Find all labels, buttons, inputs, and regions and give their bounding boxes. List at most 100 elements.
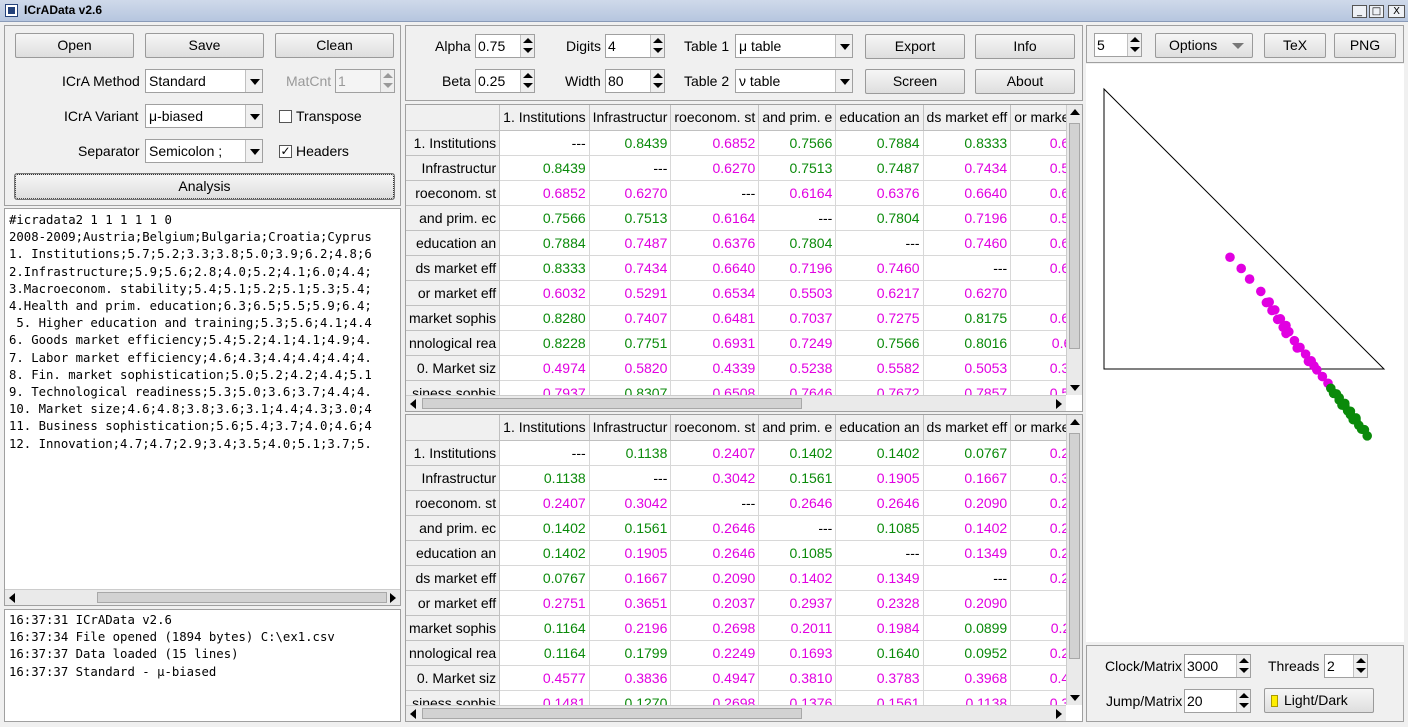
table-cell[interactable]: 0.7857 <box>923 380 1012 395</box>
table-cell[interactable]: 0.2593 <box>1010 640 1066 666</box>
mu-vertical-scrollbar[interactable] <box>1066 105 1082 395</box>
table-cell[interactable]: 0.1164 <box>499 615 590 641</box>
table-cell[interactable]: 0.7487 <box>835 155 924 181</box>
table-cell[interactable]: 0.1799 <box>589 640 672 666</box>
table-cell[interactable]: 0.6508 <box>670 380 760 395</box>
analysis-button[interactable]: Analysis <box>14 173 395 200</box>
table-cell[interactable]: 0.7672 <box>835 380 924 395</box>
table-cell[interactable]: 0.5635 <box>1010 380 1066 395</box>
table-cell[interactable]: 0.6852 <box>670 130 760 156</box>
table-cell[interactable]: 0.7937 <box>499 380 590 395</box>
separator-combo[interactable]: Semicolon ; <box>145 139 263 163</box>
table-cell[interactable]: 0.2937 <box>758 590 837 616</box>
table-cell[interactable]: 0.5503 <box>758 280 837 306</box>
table-cell[interactable]: 0.8228 <box>499 330 590 356</box>
table-cell[interactable]: 0.7434 <box>923 155 1012 181</box>
table-cell[interactable]: 0.1667 <box>589 565 672 591</box>
options-button[interactable]: Options <box>1155 33 1253 58</box>
spinner-arrows-icon[interactable] <box>1236 690 1250 712</box>
headers-checkbox[interactable]: ✓ <box>279 145 292 158</box>
table-cell[interactable]: 0.3042 <box>670 465 760 491</box>
table-cell[interactable]: 0.3889 <box>1010 355 1066 381</box>
table-cell[interactable]: 0.7646 <box>758 380 837 395</box>
scroll-thumb[interactable] <box>97 592 387 603</box>
png-button[interactable]: PNG <box>1334 33 1396 58</box>
table-cell[interactable]: 0.6640 <box>670 255 760 281</box>
row-header[interactable]: market sophis <box>406 305 501 331</box>
table-cell[interactable]: 0.7249 <box>758 330 837 356</box>
light-dark-button[interactable]: Light/Dark <box>1264 688 1374 713</box>
row-header[interactable]: roeconom. st <box>406 490 501 516</box>
scroll-thumb[interactable] <box>422 708 802 719</box>
table-cell[interactable]: 0.7804 <box>835 205 924 231</box>
scroll-thumb[interactable] <box>1069 433 1080 659</box>
table-cell[interactable]: 0.2090 <box>923 490 1012 516</box>
table-cell[interactable]: 0.6111 <box>1010 330 1066 356</box>
table-cell[interactable]: 0.6164 <box>758 180 837 206</box>
table-cell[interactable]: 0.7196 <box>758 255 837 281</box>
nu-horizontal-scrollbar[interactable] <box>406 705 1066 721</box>
table-cell[interactable]: 0.5291 <box>1010 155 1066 181</box>
threads-spinner[interactable]: 2 <box>1324 654 1368 678</box>
column-header[interactable]: roeconom. st <box>670 105 760 131</box>
table-cell[interactable]: 0.3810 <box>758 665 837 691</box>
table-cell[interactable]: 0.0767 <box>923 440 1012 466</box>
spinner-arrows-icon[interactable] <box>1127 34 1141 56</box>
table-cell[interactable]: 0.4947 <box>670 665 760 691</box>
mu-horizontal-scrollbar[interactable] <box>406 395 1066 411</box>
table-cell[interactable]: 0.7513 <box>758 155 837 181</box>
icra-method-combo[interactable]: Standard <box>145 69 263 93</box>
table-cell[interactable]: 0.6376 <box>835 180 924 206</box>
table-cell[interactable]: 0.5820 <box>589 355 672 381</box>
table-cell[interactable]: 0.7460 <box>923 230 1012 256</box>
table-cell[interactable]: --- <box>670 490 760 516</box>
table-cell[interactable]: 0.2407 <box>499 490 590 516</box>
column-header[interactable]: 1. Institutions <box>499 105 590 131</box>
beta-spinner[interactable]: 0.25 <box>475 69 535 93</box>
table-cell[interactable]: 0.2407 <box>670 440 760 466</box>
table-cell[interactable]: 0.7566 <box>758 130 837 156</box>
table-cell[interactable]: 0.8439 <box>499 155 590 181</box>
table-cell[interactable]: 0.1402 <box>499 540 590 566</box>
table-cell[interactable]: 0.6270 <box>670 155 760 181</box>
row-header[interactable]: or market eff <box>406 590 501 616</box>
table-cell[interactable]: 0.1402 <box>758 565 837 591</box>
table-cell[interactable]: 0.2090 <box>1010 565 1066 591</box>
table-cell[interactable]: 0.5503 <box>1010 205 1066 231</box>
spinner-arrows-icon[interactable] <box>650 70 664 92</box>
table-cell[interactable]: 0.7196 <box>923 205 1012 231</box>
table-cell[interactable]: 0.1693 <box>758 640 837 666</box>
spinner-arrows-icon[interactable] <box>520 70 534 92</box>
table-cell[interactable]: 0.2037 <box>670 590 760 616</box>
table-cell[interactable]: 0.7460 <box>835 255 924 281</box>
table-cell[interactable]: 0.2646 <box>835 490 924 516</box>
table-cell[interactable]: 0.2698 <box>670 690 760 705</box>
open-button[interactable]: Open <box>15 33 134 58</box>
nu-table-grid[interactable]: 1. Institutions Infrastructur roeconom. st… <box>406 415 1066 705</box>
table-cell[interactable]: --- <box>758 205 837 231</box>
table-cell[interactable]: 0.2328 <box>1010 540 1066 566</box>
column-header[interactable]: roeconom. st <box>670 415 760 441</box>
column-header[interactable]: or market eff <box>1010 415 1066 441</box>
row-header[interactable]: education an <box>406 540 501 566</box>
table-cell[interactable]: 0.1376 <box>758 690 837 705</box>
table-cell[interactable]: 0.2646 <box>670 540 760 566</box>
row-header[interactable]: siness sophis <box>406 690 501 705</box>
table-cell[interactable]: 0.8333 <box>499 255 590 281</box>
icra-variant-combo[interactable]: μ-biased <box>145 104 263 128</box>
table-cell[interactable]: 0.6481 <box>670 305 760 331</box>
column-header[interactable]: and prim. e <box>758 415 837 441</box>
table-cell[interactable]: --- <box>1010 590 1066 616</box>
column-header[interactable]: ds market eff <box>923 415 1012 441</box>
info-button[interactable]: Info <box>975 34 1075 59</box>
column-header[interactable]: and prim. e <box>758 105 837 131</box>
table-cell[interactable]: --- <box>923 255 1012 281</box>
alpha-spinner[interactable]: 0.75 <box>475 34 535 58</box>
save-button[interactable]: Save <box>145 33 264 58</box>
nu-vertical-scrollbar[interactable] <box>1066 415 1082 705</box>
table-cell[interactable]: 0.7566 <box>835 330 924 356</box>
points-spinner[interactable]: 5 <box>1094 33 1142 57</box>
mu-table-grid[interactable]: 1. Institutions Infrastructur roeconom. st… <box>406 105 1066 395</box>
table-cell[interactable]: 0.1402 <box>835 440 924 466</box>
column-header[interactable]: 1. Institutions <box>499 415 590 441</box>
